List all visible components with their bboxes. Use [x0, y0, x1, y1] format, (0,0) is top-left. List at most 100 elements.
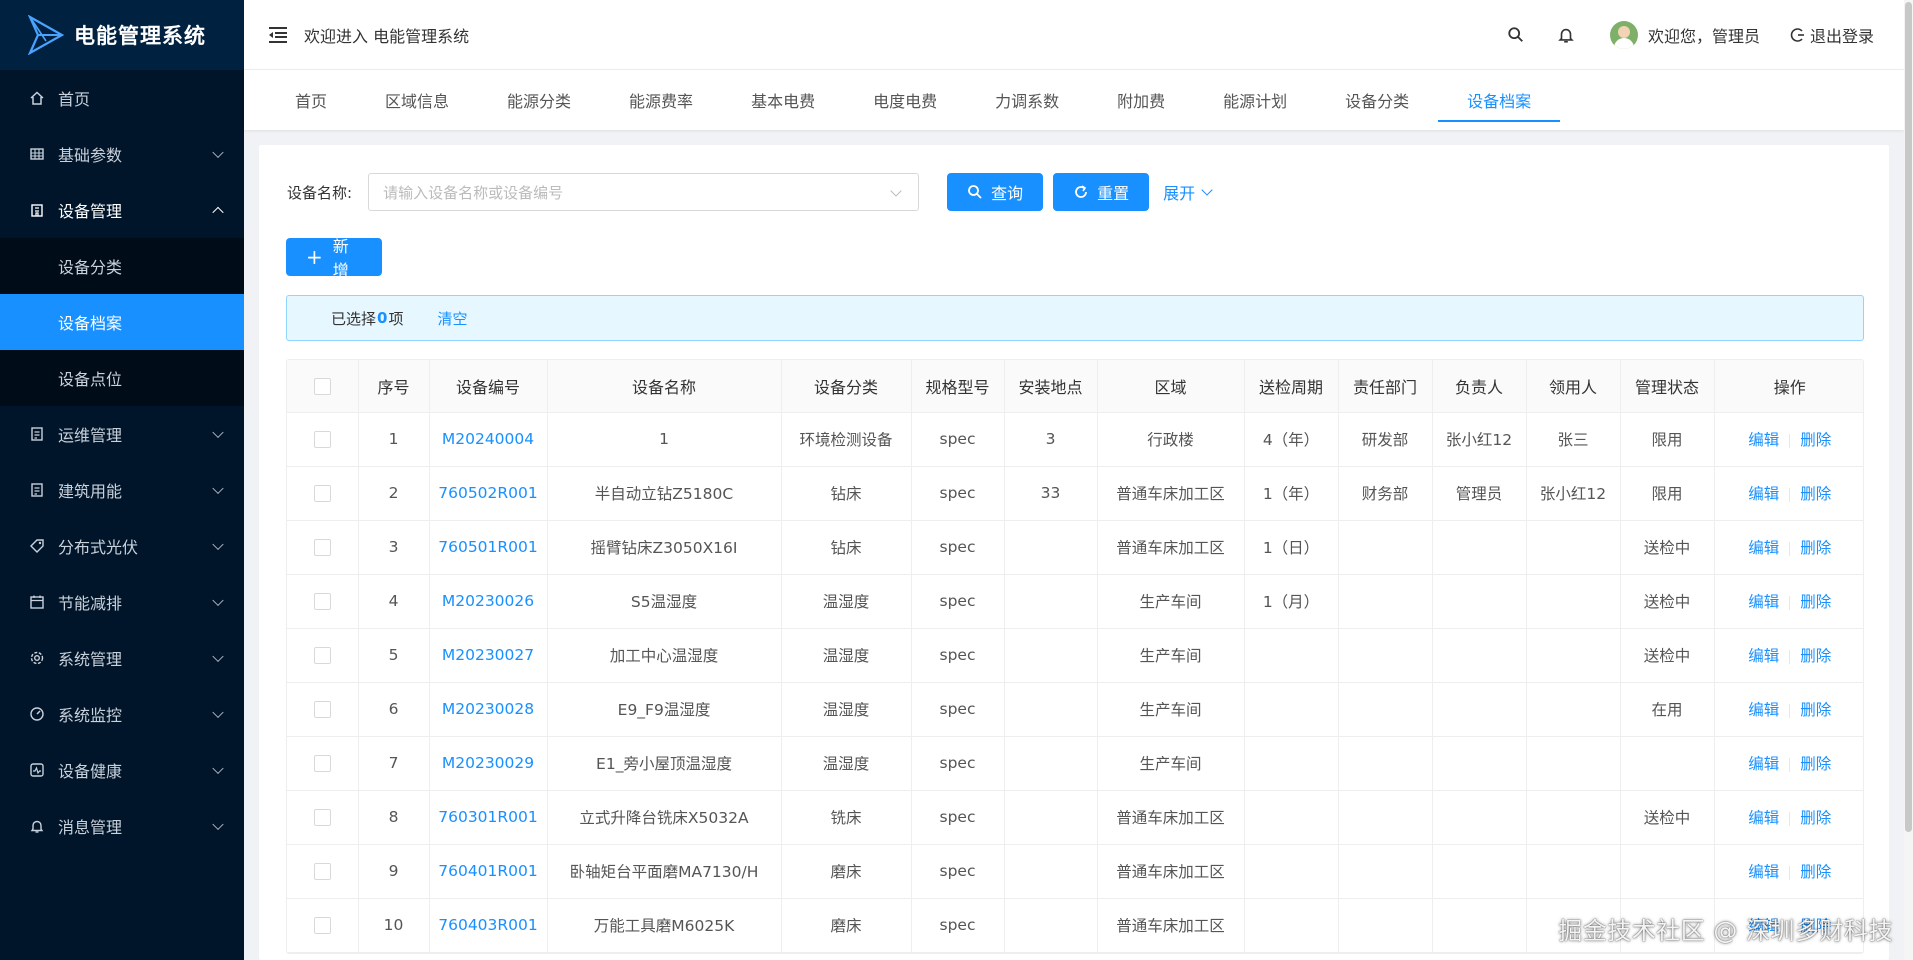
- sidebar-item-7[interactable]: 系统管理: [0, 630, 244, 686]
- cell-owner: [1432, 628, 1527, 683]
- delete-link[interactable]: 删除: [1800, 593, 1831, 611]
- column-header: 设备名称: [547, 360, 782, 413]
- sidebar-item-6[interactable]: 节能减排: [0, 574, 244, 630]
- cell-code[interactable]: 760403R001: [429, 898, 548, 953]
- query-button[interactable]: 查询: [947, 173, 1044, 211]
- reset-button[interactable]: 重置: [1053, 173, 1150, 211]
- cell-spec: spec: [911, 628, 1005, 683]
- expand-label: 展开: [1163, 184, 1196, 203]
- clear-selection-link[interactable]: 清空: [437, 308, 467, 329]
- sidebar-item-9[interactable]: 设备健康: [0, 742, 244, 798]
- add-button[interactable]: + 新增: [286, 237, 382, 280]
- submenu-item-2[interactable]: 设备点位: [0, 350, 244, 406]
- cell-code[interactable]: M20240004: [429, 412, 548, 467]
- delete-link[interactable]: 删除: [1800, 539, 1831, 557]
- edit-link[interactable]: 编辑: [1748, 809, 1779, 827]
- cell-code[interactable]: 760401R001: [429, 844, 548, 899]
- cell-code[interactable]: 760502R001: [429, 466, 548, 521]
- tab-4[interactable]: 基本电费: [722, 70, 844, 130]
- search-icon[interactable]: [1506, 25, 1526, 45]
- user-greeting[interactable]: 欢迎您，管理员: [1648, 23, 1760, 47]
- cell-location: [1004, 844, 1098, 899]
- tab-3[interactable]: 能源费率: [600, 70, 722, 130]
- edit-link[interactable]: 编辑: [1748, 485, 1779, 503]
- delete-link[interactable]: 删除: [1800, 647, 1831, 665]
- row-checkbox[interactable]: [313, 917, 331, 934]
- cell-code[interactable]: 760501R001: [429, 520, 548, 575]
- edit-link[interactable]: 编辑: [1748, 647, 1779, 665]
- row-checkbox[interactable]: [313, 593, 331, 610]
- cell-area: 生产车间: [1097, 682, 1245, 737]
- edit-link[interactable]: 编辑: [1748, 539, 1779, 557]
- cell-area: 普通车床加工区: [1097, 844, 1245, 899]
- cell-spec: spec: [911, 898, 1005, 953]
- sidebar-item-2[interactable]: 设备管理: [0, 182, 244, 238]
- tab-10[interactable]: 设备档案: [1438, 70, 1561, 130]
- selection-prefix: 已选择: [331, 309, 377, 328]
- delete-link[interactable]: 删除: [1800, 755, 1831, 773]
- row-checkbox[interactable]: [313, 755, 331, 772]
- tab-5[interactable]: 电度电费: [844, 70, 966, 130]
- cell-code[interactable]: M20230029: [429, 736, 548, 791]
- cell-code[interactable]: 760301R001: [429, 790, 548, 845]
- submenu-item-1[interactable]: 设备档案: [0, 294, 244, 350]
- edit-link[interactable]: 编辑: [1748, 701, 1779, 719]
- delete-link[interactable]: 删除: [1800, 485, 1831, 503]
- sidebar-item-1[interactable]: 基础参数: [0, 126, 244, 182]
- page-scrollbar[interactable]: [1904, 0, 1913, 960]
- tab-0[interactable]: 首页: [266, 70, 356, 130]
- delete-link[interactable]: 删除: [1800, 431, 1831, 449]
- sidebar-item-8[interactable]: 系统监控: [0, 686, 244, 742]
- row-checkbox[interactable]: [313, 809, 331, 826]
- scrollbar-thumb[interactable]: [1905, 2, 1912, 832]
- row-checkbox[interactable]: [313, 701, 331, 718]
- divider: [1789, 703, 1791, 718]
- cell-code[interactable]: M20230028: [429, 682, 548, 737]
- delete-link[interactable]: 删除: [1800, 701, 1831, 719]
- tab-1[interactable]: 区域信息: [356, 70, 478, 130]
- row-checkbox[interactable]: [313, 485, 331, 502]
- tab-9[interactable]: 设备分类: [1316, 70, 1438, 130]
- submenu-item-0[interactable]: 设备分类: [0, 238, 244, 294]
- tab-6[interactable]: 力调系数: [966, 70, 1088, 130]
- sidebar: 电能管理系统 首页 基础参数 设备管理 设备分类 设备档案 设备点位 运维管理 建筑用能 分布式…: [0, 0, 244, 960]
- tab-8[interactable]: 能源计划: [1194, 70, 1316, 130]
- expand-toggle[interactable]: 展开: [1163, 180, 1213, 204]
- avatar[interactable]: [1609, 21, 1638, 49]
- cell-code[interactable]: M20230027: [429, 628, 548, 683]
- row-checkbox[interactable]: [313, 431, 331, 448]
- cell-location: [1004, 628, 1098, 683]
- gear-icon: [28, 649, 46, 667]
- sidebar-item-5[interactable]: 分布式光伏: [0, 518, 244, 574]
- logout-button[interactable]: 退出登录: [1790, 23, 1874, 47]
- sidebar-item-3[interactable]: 运维管理: [0, 406, 244, 462]
- cell-code[interactable]: M20230026: [429, 574, 548, 629]
- edit-link[interactable]: 编辑: [1748, 431, 1779, 449]
- select-all-checkbox[interactable]: [313, 378, 331, 396]
- sidebar-item-0[interactable]: 首页: [0, 70, 244, 126]
- row-checkbox[interactable]: [313, 539, 331, 556]
- search-input[interactable]: 请输入设备名称或设备编号: [368, 173, 920, 211]
- sidebar-item-10[interactable]: 消息管理: [0, 798, 244, 854]
- bell-icon[interactable]: [1556, 25, 1576, 45]
- edit-link[interactable]: 编辑: [1748, 755, 1779, 773]
- row-select-cell: [287, 412, 359, 467]
- cell-name: E9_F9温湿度: [547, 682, 782, 737]
- row-checkbox[interactable]: [313, 863, 331, 880]
- cell-category: 温湿度: [781, 736, 912, 791]
- edit-link[interactable]: 编辑: [1748, 593, 1779, 611]
- cell-area: 生产车间: [1097, 628, 1245, 683]
- tab-7[interactable]: 附加费: [1088, 70, 1194, 130]
- delete-link[interactable]: 删除: [1800, 863, 1831, 881]
- delete-link[interactable]: 删除: [1800, 809, 1831, 827]
- edit-link[interactable]: 编辑: [1748, 863, 1779, 881]
- logo[interactable]: 电能管理系统: [0, 0, 244, 70]
- select-all-cell: [287, 360, 359, 413]
- row-checkbox[interactable]: [313, 647, 331, 664]
- sidebar-item-label: 系统管理: [58, 650, 123, 669]
- menu-fold-icon[interactable]: [266, 23, 290, 47]
- tab-2[interactable]: 能源分类: [478, 70, 600, 130]
- cell-location: [1004, 790, 1098, 845]
- sidebar-item-4[interactable]: 建筑用能: [0, 462, 244, 518]
- cell-category: 温湿度: [781, 574, 912, 629]
